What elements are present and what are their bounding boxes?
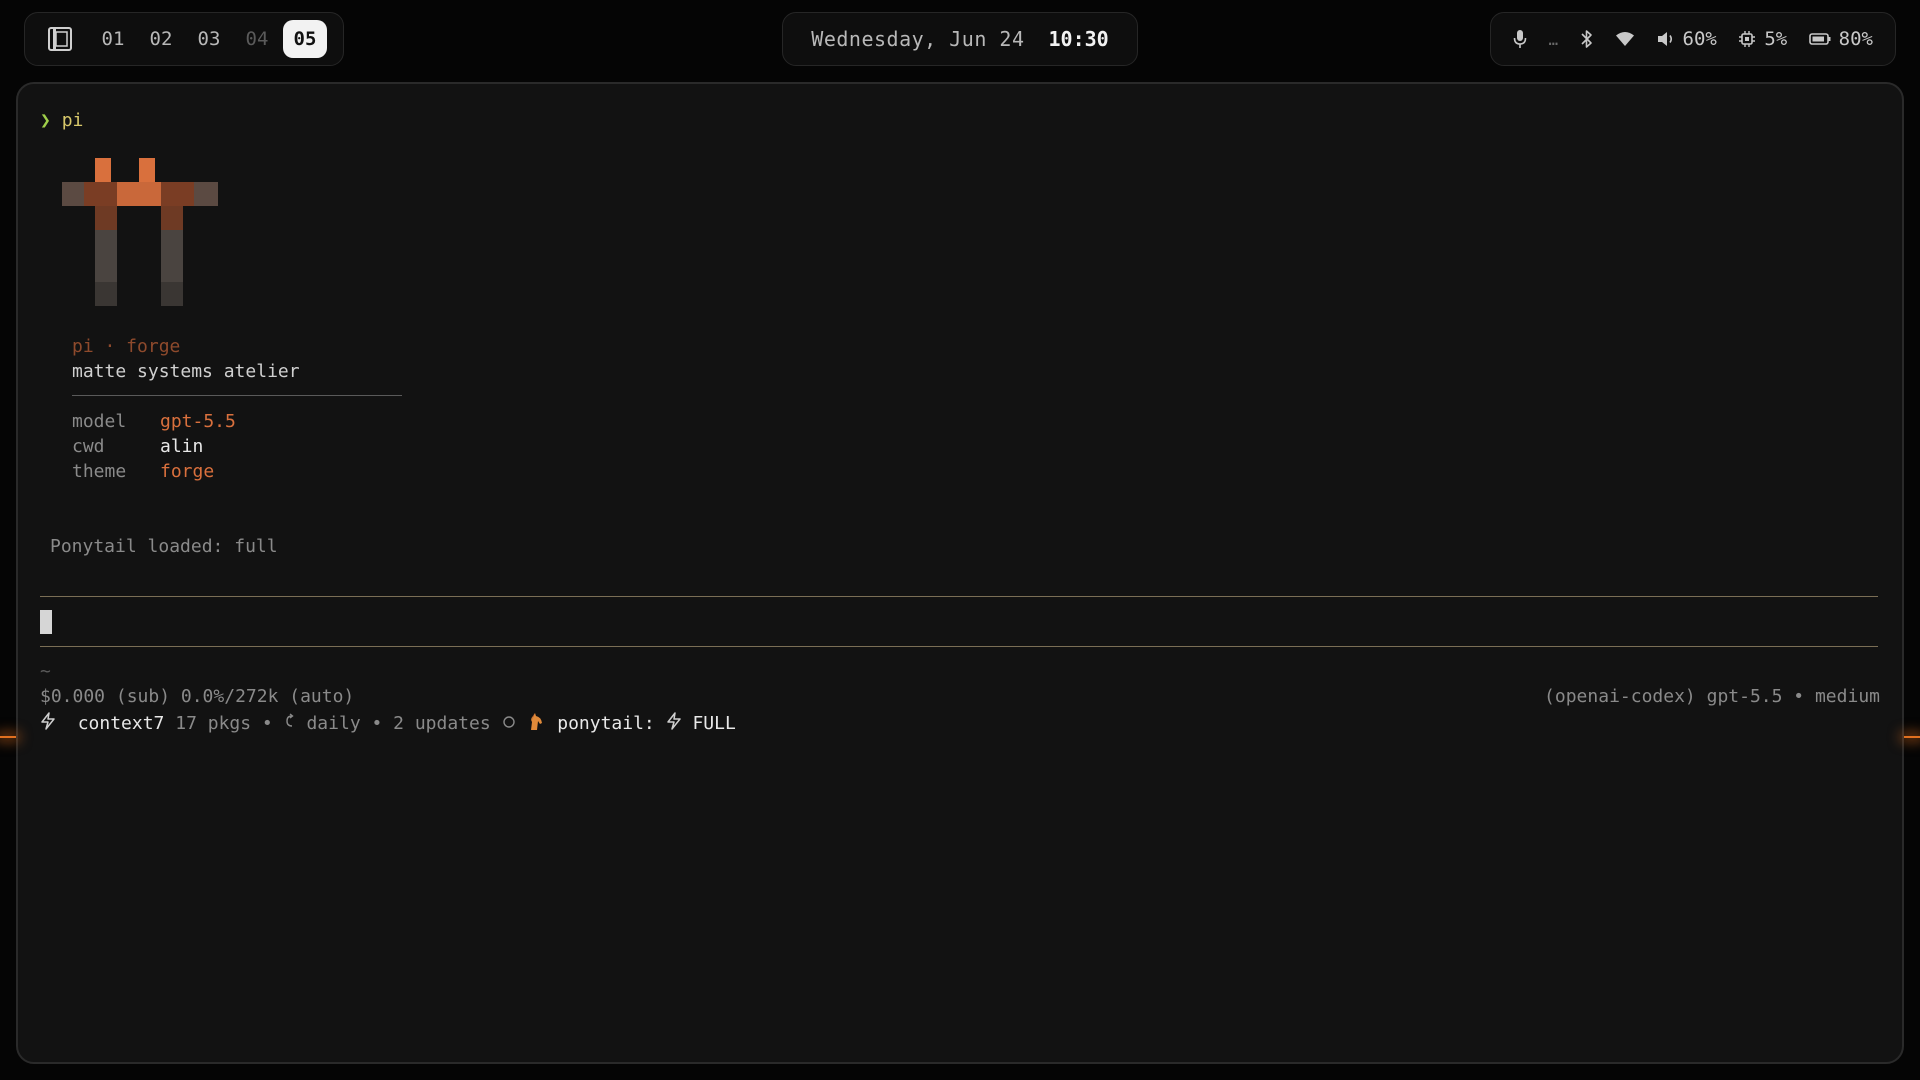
pi-logo <box>62 158 218 318</box>
info-key: model <box>72 411 127 432</box>
info-key: theme <box>72 461 127 482</box>
overflow-indicator[interactable]: … <box>1548 30 1558 49</box>
circle-icon <box>502 713 516 735</box>
workspace-03[interactable]: 03 <box>187 20 231 58</box>
package-count: 17 pkgs • <box>175 713 273 734</box>
loaded-message: Ponytail loaded: full <box>50 536 278 557</box>
info-row-cwd: cwd alin <box>72 436 203 458</box>
tagline: matte systems atelier <box>72 361 300 382</box>
ponytail-mode: FULL <box>692 713 736 734</box>
microphone-status[interactable] <box>1513 29 1527 49</box>
footer-provider: (openai-codex) gpt-5.5 • medium <box>1544 686 1880 707</box>
prompt-command: pi <box>61 110 84 131</box>
extension-name: context7 <box>77 713 165 734</box>
terminal-window[interactable]: ❯ pi pi · forge matte systems atelier mo… <box>16 82 1904 1064</box>
workspace-05[interactable]: 05 <box>283 20 327 58</box>
wifi-status[interactable] <box>1615 31 1635 47</box>
battery-level: 80% <box>1838 28 1873 50</box>
prompt-symbol: ❯ <box>40 110 51 131</box>
speaker-icon <box>1657 30 1675 48</box>
input-bottom-border <box>40 646 1878 647</box>
battery-status[interactable]: 80% <box>1808 28 1873 50</box>
clock-widget[interactable]: Wednesday, Jun 24 10:30 <box>782 12 1138 66</box>
info-row-model: model gpt-5.5 <box>72 411 236 433</box>
info-key: cwd <box>72 436 105 457</box>
lightning-icon <box>40 712 56 736</box>
bluetooth-status[interactable] <box>1580 29 1594 49</box>
info-value: forge <box>160 461 215 482</box>
workspace-04[interactable]: 04 <box>235 20 279 58</box>
info-row-theme: theme forge <box>72 461 214 483</box>
microphone-icon <box>1513 29 1527 49</box>
battery-icon <box>1808 32 1831 46</box>
system-status: … 60% 5% 80% <box>1490 12 1896 66</box>
wifi-icon <box>1615 31 1635 47</box>
footer-cost: $0.000 (sub) 0.0%/272k (auto) <box>40 686 355 707</box>
window-layout-icon[interactable] <box>47 26 73 52</box>
ponytail-label: ponytail: <box>557 713 655 734</box>
clock-date: Wednesday, Jun 24 <box>811 27 1025 51</box>
input-top-border <box>40 596 1878 597</box>
update-schedule: daily • 2 updates <box>306 713 491 734</box>
cpu-status[interactable]: 5% <box>1738 28 1787 50</box>
footer-dir: ~ <box>40 661 51 682</box>
cpu-chip-icon <box>1738 30 1756 48</box>
volume-level: 60% <box>1682 28 1717 50</box>
horse-icon <box>526 711 546 737</box>
top-bar: 01 02 03 04 05 Wednesday, Jun 24 10:30 … <box>0 0 1920 78</box>
prompt-line: ❯ pi <box>40 110 83 132</box>
refresh-icon <box>284 713 296 735</box>
volume-status[interactable]: 60% <box>1657 28 1717 50</box>
workspace-02[interactable]: 02 <box>139 20 183 58</box>
edge-glow-left <box>0 736 16 738</box>
bluetooth-icon <box>1580 29 1594 49</box>
input-cursor[interactable] <box>40 610 52 634</box>
workspace-01[interactable]: 01 <box>91 20 135 58</box>
info-value: alin <box>160 436 204 457</box>
lightning-icon <box>666 712 682 736</box>
edge-glow-right <box>1904 736 1920 738</box>
workspace-switcher: 01 02 03 04 05 <box>24 12 344 66</box>
info-value: gpt-5.5 <box>160 411 236 432</box>
footer-status-line: context7 17 pkgs • daily • 2 updates pon… <box>40 711 736 737</box>
info-divider <box>72 395 402 396</box>
cpu-usage: 5% <box>1764 28 1788 50</box>
brand-line: pi · forge <box>72 336 181 357</box>
clock-time: 10:30 <box>1048 27 1109 51</box>
